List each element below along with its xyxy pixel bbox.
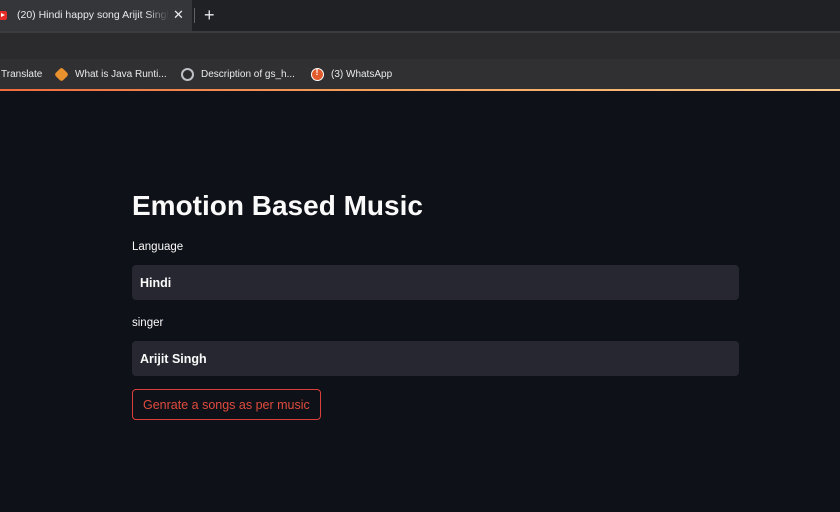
bookmark-label: What is Java Runti... <box>75 68 167 80</box>
singer-label: singer <box>132 317 164 329</box>
singer-input[interactable] <box>132 341 739 376</box>
header-decoration-line <box>0 89 840 91</box>
youtube-icon <box>0 11 7 20</box>
globe-icon <box>181 67 194 81</box>
address-bar-area[interactable] <box>0 31 840 61</box>
language-label: Language <box>132 241 184 253</box>
tab-title: (20) Hindi happy song Arijit Singh <box>17 9 169 21</box>
bookmark-description[interactable]: Description of gs_h... <box>181 67 295 81</box>
browser-tab-bar: (20) Hindi happy song Arijit Singh ✕ + <box>0 0 840 31</box>
box-icon <box>54 66 69 82</box>
browser-tab-active[interactable]: (20) Hindi happy song Arijit Singh ✕ <box>0 0 192 31</box>
bookmark-java-runtime[interactable]: What is Java Runti... <box>54 66 167 82</box>
tab-close-icon[interactable]: ✕ <box>173 7 184 23</box>
whatsapp-icon <box>311 67 324 81</box>
bookmark-translate[interactable]: Translate <box>1 67 42 81</box>
generate-songs-button[interactable]: Genrate a songs as per music <box>132 389 321 420</box>
language-input[interactable] <box>132 265 739 300</box>
bookmarks-bar: Translate What is Java Runti... Descript… <box>0 59 840 90</box>
bookmark-label: (3) WhatsApp <box>331 68 393 80</box>
bookmark-whatsapp[interactable]: (3) WhatsApp <box>311 67 392 81</box>
tab-separator <box>194 8 195 23</box>
bookmark-label: Description of gs_h... <box>201 68 295 80</box>
page-title: Emotion Based Music <box>132 190 423 221</box>
new-tab-button[interactable]: + <box>204 4 215 26</box>
bookmark-label: Translate <box>1 68 43 80</box>
